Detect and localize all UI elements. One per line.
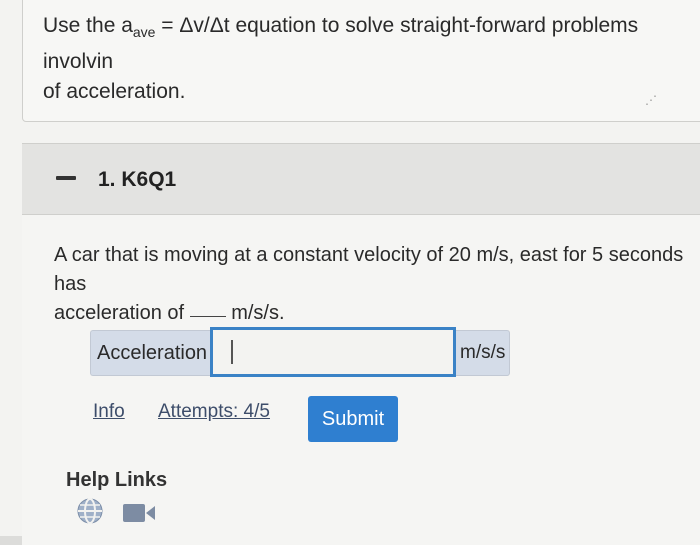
acceleration-input[interactable] [210, 327, 456, 377]
unit-label: m/s/s [456, 330, 510, 376]
question-line1: A car that is moving at a constant veloc… [54, 244, 684, 295]
answer-row: Acceleration m/s/s [90, 327, 510, 377]
video-camera-icon[interactable] [122, 502, 156, 529]
question-line2-prefix: acceleration of [54, 302, 190, 324]
resize-handle-icon: ⋰ [645, 93, 658, 107]
page: Use the aave = Δv/Δt equation to solve s… [0, 0, 700, 545]
question-text: A car that is moving at a constant veloc… [54, 241, 700, 328]
question-title: 1. K6Q1 [98, 168, 177, 191]
answer-blank [189, 315, 226, 317]
submit-button[interactable]: Submit [308, 396, 398, 442]
text-caret [231, 340, 233, 364]
question-line2-suffix: m/s/s. [225, 302, 285, 324]
help-links-title: Help Links [66, 469, 168, 491]
question-body: A car that is moving at a constant veloc… [22, 215, 700, 545]
objective-subscript: ave [132, 24, 156, 40]
objective-prefix: Use the a [43, 14, 133, 37]
info-link[interactable]: Info [93, 401, 125, 423]
globe-icon[interactable] [72, 496, 108, 531]
question-header[interactable]: 1. K6Q1 [22, 143, 700, 215]
acceleration-label: Acceleration [90, 330, 210, 376]
objective-line2: of acceleration. [43, 80, 186, 103]
collapse-icon[interactable] [56, 176, 76, 180]
objective-card: Use the aave = Δv/Δt equation to solve s… [22, 0, 700, 122]
objective-text: Use the aave = Δv/Δt equation to solve s… [43, 11, 700, 107]
attempts-link[interactable]: Attempts: 4/5 [158, 401, 270, 423]
